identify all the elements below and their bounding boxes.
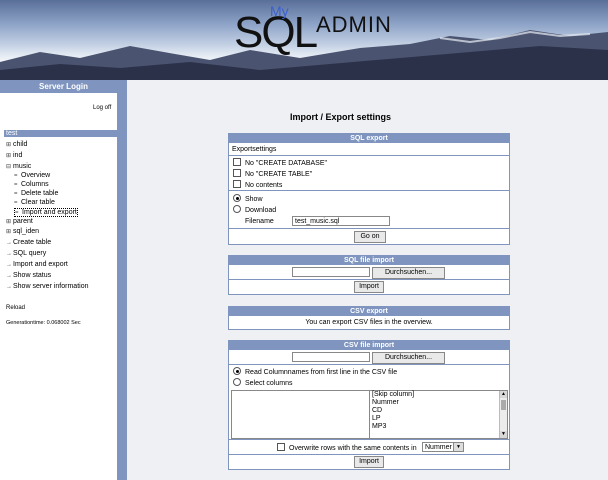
- chevron-down-icon[interactable]: ▼: [453, 443, 463, 451]
- sql-import-button[interactable]: Import: [354, 281, 384, 293]
- arrow-right-icon: →: [6, 262, 12, 268]
- radio-download[interactable]: Download: [229, 205, 276, 214]
- arrow-right-icon: →: [6, 251, 12, 257]
- divider: [229, 228, 509, 229]
- option-no-create-table[interactable]: No "CREATE TABLE": [229, 169, 312, 178]
- checkbox[interactable]: [233, 180, 241, 188]
- sql-import-panel: SQL file import Durchsuchen... Import: [228, 255, 510, 295]
- list-item[interactable]: LP: [370, 415, 507, 423]
- sidebar-db-test[interactable]: test: [4, 130, 119, 137]
- divider: [229, 155, 509, 156]
- logoff-link[interactable]: Log off: [93, 105, 111, 111]
- selected-columns-list[interactable]: [231, 390, 370, 439]
- option-no-contents[interactable]: No contents: [229, 180, 282, 189]
- csv-export-panel: CSV export You can export CSV files in t…: [228, 306, 510, 330]
- radio-read-columnnames[interactable]: Read Columnnames from first line in the …: [229, 367, 397, 376]
- table-icon: =: [14, 200, 18, 206]
- table-icon: =: [14, 182, 18, 188]
- list-item[interactable]: CD: [370, 407, 507, 415]
- csv-export-text: You can export CSV files in the overview…: [305, 319, 433, 326]
- csv-file-input[interactable]: [292, 352, 370, 362]
- arrow-right-icon: →: [6, 240, 12, 246]
- sidebar-db-child[interactable]: ⊞ child: [6, 141, 27, 148]
- sidebar-action-server-info[interactable]: →Show server information: [6, 283, 88, 290]
- sidebar-item-import-export[interactable]: = Import and export: [14, 208, 78, 217]
- radio-select-columns[interactable]: Select columns: [229, 378, 292, 387]
- radio-button[interactable]: [233, 378, 241, 386]
- sql-export-header: SQL export: [229, 134, 509, 143]
- arrow-right-icon: →: [6, 273, 12, 279]
- expand-icon[interactable]: ⊞: [6, 152, 13, 159]
- divider: [229, 454, 509, 455]
- exportsettings-label: Exportsettings: [232, 146, 277, 153]
- option-no-create-database[interactable]: No "CREATE DATABASE": [229, 158, 327, 167]
- sql-import-header: SQL file import: [229, 256, 509, 265]
- sidebar: [0, 80, 127, 480]
- list-item[interactable]: Nummer: [370, 399, 507, 407]
- sql-export-panel: SQL export Exportsettings No "CREATE DAT…: [228, 133, 510, 245]
- sidebar-action-sql-query[interactable]: →SQL query: [6, 250, 46, 257]
- radio-button[interactable]: [233, 367, 241, 375]
- expand-icon[interactable]: ⊞: [6, 228, 13, 235]
- sidebar-action-create-table[interactable]: →Create table: [6, 239, 51, 246]
- sidebar-action-import-export[interactable]: →Import and export: [6, 261, 68, 268]
- divider: [229, 439, 509, 440]
- expand-icon[interactable]: ⊞: [6, 141, 13, 148]
- table-icon: =: [14, 191, 18, 197]
- page-title: Import / Export settings: [290, 112, 392, 122]
- sidebar-db-music[interactable]: ⊟ music: [6, 163, 31, 170]
- sidebar-db-ind[interactable]: ⊞ ind: [6, 152, 22, 159]
- csv-import-header: CSV file import: [229, 341, 509, 350]
- sidebar-db-sql-iden[interactable]: ⊞ sql_iden: [6, 228, 39, 235]
- csv-export-header: CSV export: [229, 307, 509, 316]
- radio-button[interactable]: [233, 205, 241, 213]
- divider: [229, 364, 509, 365]
- sidebar-divider: [117, 80, 127, 480]
- arrow-right-icon: →: [6, 284, 12, 290]
- list-item[interactable]: [Skip column]: [370, 391, 507, 399]
- sidebar-item-delete-table[interactable]: = Delete table: [14, 190, 58, 197]
- logo-my-text: My: [270, 3, 289, 19]
- reload-link[interactable]: Reload: [6, 305, 25, 311]
- generation-time: Generationtime: 0.068002 Sec: [6, 320, 81, 326]
- filename-label: Filename: [245, 218, 274, 225]
- scroll-down-icon[interactable]: ▼: [500, 431, 507, 438]
- sidebar-action-show-status[interactable]: →Show status: [6, 272, 51, 279]
- csv-browse-button[interactable]: Durchsuchen...: [372, 352, 445, 364]
- list-item[interactable]: MP3: [370, 423, 507, 431]
- table-icon: =: [14, 173, 18, 179]
- checkbox[interactable]: [233, 158, 241, 166]
- checkbox[interactable]: [233, 169, 241, 177]
- sidebar-item-clear-table[interactable]: = Clear table: [14, 199, 55, 206]
- radio-show[interactable]: Show: [229, 194, 263, 203]
- sql-file-input[interactable]: [292, 267, 370, 277]
- overwrite-column-select[interactable]: Nummer ▼: [422, 442, 464, 452]
- go-on-button[interactable]: Go on: [354, 231, 386, 243]
- available-columns-list[interactable]: [Skip column] Nummer CD LP MP3 ▲ ▼: [369, 390, 508, 439]
- sidebar-item-columns[interactable]: = Columns: [14, 181, 49, 188]
- overwrite-rows-option[interactable]: Overwrite rows with the same contents in: [273, 443, 417, 452]
- logo-admin-text: ADMIN: [316, 12, 392, 37]
- checkbox[interactable]: [277, 443, 285, 451]
- csv-import-button[interactable]: Import: [354, 456, 384, 468]
- scrollbar[interactable]: ▲ ▼: [499, 391, 507, 438]
- collapse-icon[interactable]: ⊟: [6, 163, 13, 170]
- table-icon: =: [15, 210, 19, 216]
- sidebar-title: Server Login: [0, 80, 127, 93]
- expand-icon[interactable]: ⊞: [6, 218, 13, 225]
- scroll-up-icon[interactable]: ▲: [500, 391, 507, 398]
- csv-import-panel: CSV file import Durchsuchen... Read Colu…: [228, 340, 510, 470]
- filename-input[interactable]: test_music.sql: [292, 216, 390, 226]
- header-banner: SQL My ADMIN: [0, 0, 608, 80]
- sidebar-item-overview[interactable]: = Overview: [14, 172, 50, 179]
- radio-button[interactable]: [233, 194, 241, 202]
- scroll-thumb[interactable]: [501, 400, 506, 410]
- divider: [229, 279, 509, 280]
- sql-browse-button[interactable]: Durchsuchen...: [372, 267, 445, 279]
- sidebar-db-parent[interactable]: ⊞ parent: [6, 218, 33, 225]
- divider: [229, 190, 509, 191]
